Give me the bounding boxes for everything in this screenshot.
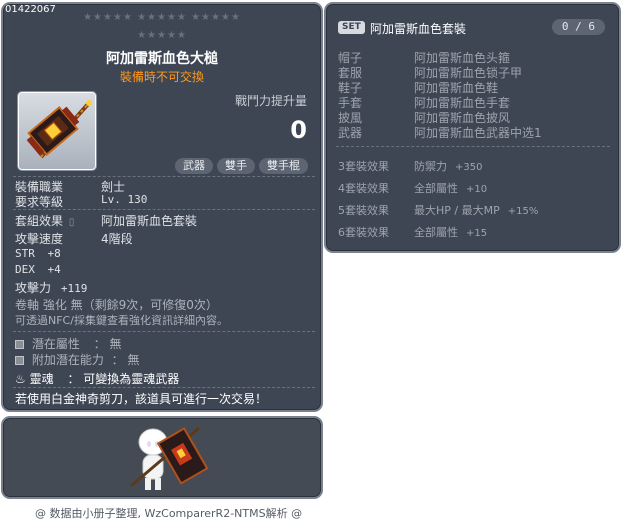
potential-label: 潛在屬性 [31, 337, 80, 351]
str-row: STR +8 [15, 247, 61, 260]
add-potential-row: 附加潛在能力 ： 無 [15, 351, 140, 368]
add-potential-label: 附加潛在能力 [31, 353, 104, 367]
divider [13, 331, 315, 332]
set-effect-label: 5套裝效果 [338, 204, 389, 217]
set-effect-value: +350 [455, 162, 483, 173]
set-count: 0 / 6 [551, 19, 605, 35]
atk-value: +119 [60, 282, 88, 295]
lock-icon: ▯ [68, 217, 75, 228]
dex-label: DEX [15, 263, 35, 276]
speed-value: 4階段 [101, 232, 133, 246]
power-increase-value: 0 [290, 116, 307, 144]
set-effect-3: 3套裝效果 防禦力 +350 [338, 158, 482, 174]
character-avatar [130, 426, 209, 490]
tag-weapon: 武器 [175, 158, 213, 174]
set-effect-value: +10 [466, 184, 488, 195]
divider [336, 146, 610, 147]
star-force-row-1: ★★★★★ ★★★★★ ★★★★★ [83, 12, 241, 23]
set-effect-6: 6套裝效果 全部屬性 +15 [338, 224, 487, 240]
set-effect-label: 3套裝效果 [338, 160, 389, 173]
level-row: 要求等級 Lv. 130 [15, 193, 147, 210]
set-effect-stat: 防禦力 [414, 160, 447, 173]
star-force-row-2: ★★★★★ [137, 30, 187, 41]
scroll-info: 卷軸 強化 無（剩餘9次，可修復0次） [15, 298, 218, 312]
character-preview [1, 416, 323, 499]
set-effect-stat: 全部屬性 [414, 226, 458, 239]
tag-two-handed: 雙手 [217, 158, 255, 174]
soul-label: 靈魂 [29, 372, 54, 386]
scissors-note: 若使用白金神奇剪刀，該道具可進行一次交易！ [15, 392, 268, 406]
item-name: 阿加雷斯血色大槌 [106, 51, 218, 67]
add-potential-value: ： 無 [111, 353, 140, 367]
set-effect-label: 6套裝效果 [338, 226, 389, 239]
set-value: 阿加雷斯血色套裝 [101, 214, 198, 228]
enhance-info: 可透過NFC/採集鍵查看強化資訊詳細內容。 [15, 314, 228, 327]
set-part-slot: 披風 [338, 111, 363, 125]
job-label: 裝備職業 [15, 180, 64, 194]
two-handed-blunt-weapon-icon [26, 100, 92, 159]
item-tooltip: 01422067 ★★★★★ ★★★★★ ★★★★★ ★★★★★ 阿加雷斯血色大… [1, 2, 323, 412]
atk-label: 攻擊力 [15, 281, 52, 295]
speed-row: 攻擊速度 4階段 [15, 230, 133, 247]
soul-value: ： 可變換為靈魂武器 [67, 372, 180, 386]
str-value: +8 [47, 247, 61, 260]
divider [13, 176, 315, 177]
set-part-slot: 武器 [338, 126, 363, 140]
speed-label: 攻擊速度 [15, 232, 64, 246]
power-increase-label: 戰鬥力提升量 [235, 94, 308, 108]
set-part-name: 阿加雷斯血色武器中选1 [414, 126, 542, 140]
set-part-weapon: 武器 阿加雷斯血色武器中选1 [338, 124, 542, 141]
set-effect-value: +15% [507, 206, 539, 217]
source-credit: @ 数据由小册子整理, WzComparerR2-NTMS解析 @ [35, 507, 303, 520]
level-label: 要求等級 [15, 195, 64, 209]
set-part-slot: 帽子 [338, 51, 363, 65]
potential-value: ： 無 [93, 337, 122, 351]
set-part-slot: 手套 [338, 96, 363, 110]
trade-restriction: 裝備時不可交換 [119, 70, 204, 84]
potential-icon [15, 340, 24, 349]
set-effect-5: 5套裝效果 最大HP / 最大MP +15% [338, 202, 538, 218]
set-part-slot: 鞋子 [338, 81, 363, 95]
str-label: STR [15, 247, 35, 260]
dex-row: DEX +4 [15, 263, 61, 276]
add-potential-icon [15, 356, 24, 365]
set-effect-4: 4套裝效果 全部屬性 +10 [338, 180, 487, 196]
set-effect-value: +15 [466, 228, 488, 239]
atk-row: 攻擊力 +119 [15, 279, 87, 296]
dex-value: +4 [47, 263, 61, 276]
set-tooltip: SET 阿加雷斯血色套裝 0 / 6 帽子 阿加雷斯血色头箍 套服 阿加雷斯血色… [324, 2, 621, 253]
flame-icon: ♨ [15, 372, 26, 386]
set-label: 套組效果 [15, 214, 64, 228]
set-row: 套組效果 ▯ 阿加雷斯血色套裝 [15, 212, 197, 229]
soul-row: ♨ 靈魂 ： 可變換為靈魂武器 [15, 370, 179, 387]
set-effect-stat: 最大HP / 最大MP [414, 204, 500, 217]
set-effect-stat: 全部屬性 [414, 182, 458, 195]
set-effect-label: 4套裝效果 [338, 182, 389, 195]
potential-row: 潛在屬性 ： 無 [15, 335, 122, 352]
item-icon [18, 92, 96, 170]
divider [13, 209, 315, 210]
set-badge: SET [338, 21, 365, 34]
set-title: 阿加雷斯血色套裝 [370, 22, 467, 36]
divider [13, 387, 315, 388]
level-value: Lv. 130 [101, 193, 148, 206]
tag-two-handed-blunt: 雙手棍 [259, 158, 308, 174]
set-part-slot: 套服 [338, 66, 363, 80]
